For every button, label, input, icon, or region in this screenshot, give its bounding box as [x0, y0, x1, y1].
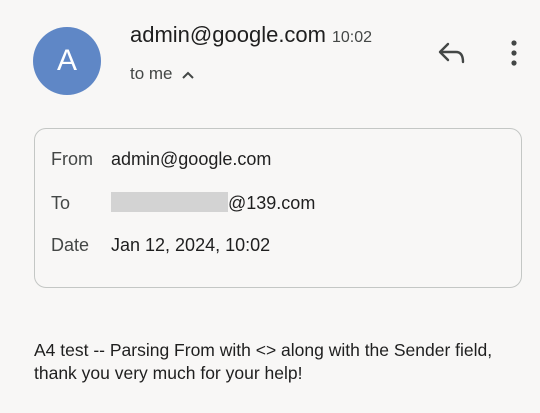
from-label: From — [51, 149, 93, 169]
redacted-block — [111, 192, 228, 212]
reply-icon[interactable] — [437, 40, 467, 66]
from-value[interactable]: admin@google.com — [111, 149, 271, 169]
recipient-summary: to me — [130, 64, 173, 83]
more-vert-icon[interactable] — [506, 38, 522, 68]
date-value: Jan 12, 2024, 10:02 — [111, 235, 271, 255]
message-time: 10:02 — [332, 29, 373, 46]
to-value-suffix[interactable]: @139.com — [228, 193, 315, 213]
sender-line: admin@google.com 10:02 — [130, 22, 372, 48]
date-label: Date — [51, 235, 90, 255]
sender-address[interactable]: admin@google.com — [130, 22, 326, 47]
sender-avatar[interactable]: A — [33, 27, 101, 95]
details-date-row: Date Jan 12, 2024, 10:02 — [51, 235, 270, 256]
recipient-details-toggle[interactable]: to me — [130, 64, 195, 85]
to-label: To — [51, 193, 71, 213]
details-to-row: To @139.com — [51, 192, 315, 214]
message-details-card: From admin@google.com To @139.com Date Jan … — [34, 128, 522, 288]
details-from-row: From admin@google.com — [51, 149, 271, 170]
message-body: A4 test -- Parsing From with <> along wi… — [34, 340, 493, 383]
chevron-up-icon — [181, 65, 195, 85]
